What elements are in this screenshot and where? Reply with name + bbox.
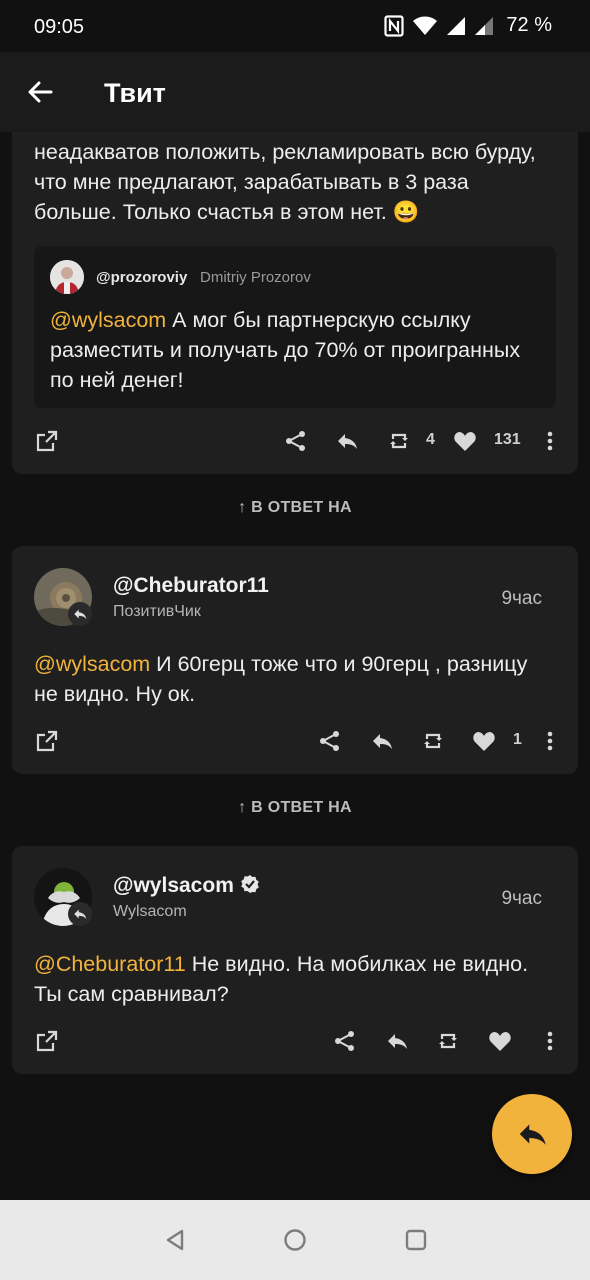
retweet-button[interactable]: [433, 1021, 463, 1061]
main-tweet-card[interactable]: неадакватов положить, рекламировать всю …: [12, 132, 578, 474]
retweet-button[interactable]: [418, 721, 448, 761]
share-button[interactable]: [330, 1021, 360, 1061]
author-handle[interactable]: @Cheburator11: [113, 574, 269, 598]
mention-link[interactable]: @wylsacom: [34, 652, 150, 676]
tweet-time: 9час: [501, 888, 542, 909]
nav-back-icon: [166, 1229, 184, 1251]
signal-icon: [447, 16, 466, 35]
like-button[interactable]: [469, 721, 499, 761]
open-external-button[interactable]: [32, 1021, 62, 1061]
share-button[interactable]: [281, 421, 311, 461]
reply-button[interactable]: [382, 1021, 412, 1061]
more-vert-icon: [547, 431, 553, 451]
tweet-text: @wylsacom И 60герц тоже что и 90герц , р…: [34, 649, 556, 709]
reply-tweet-card[interactable]: @wylsacom Wylsacom 9час @Cheburator11 Не…: [12, 846, 578, 1074]
author-handle[interactable]: @wylsacom: [113, 874, 260, 898]
status-icons: 72 %: [384, 14, 552, 37]
signal-2-icon: [475, 16, 494, 35]
nfc-icon: [384, 14, 405, 37]
battery-level: 72 %: [506, 14, 552, 36]
tweet-text: неадакватов положить, рекламировать всю …: [34, 140, 536, 224]
mention-link[interactable]: @wylsacom: [50, 308, 166, 332]
quote-text: @wylsacom А мог бы партнерскую ссылку ра…: [50, 305, 540, 395]
reply-button[interactable]: [332, 421, 362, 461]
retweet-icon: [390, 433, 408, 449]
quote-display-name: Dmitriy Prozorov: [200, 269, 311, 286]
nav-home-button[interactable]: [281, 1226, 309, 1254]
heart-icon: [473, 732, 495, 751]
retweet-icon: [439, 1033, 457, 1049]
nav-home-icon: [284, 1229, 306, 1251]
share-button[interactable]: [315, 721, 345, 761]
like-button[interactable]: [485, 1021, 515, 1061]
reply-icon: [388, 1034, 407, 1049]
nav-recents-icon: [405, 1229, 427, 1251]
reply-icon: [338, 434, 357, 449]
more-button[interactable]: [540, 1021, 560, 1061]
wifi-icon: [413, 16, 438, 35]
reply-icon: [373, 734, 392, 749]
nav-back-button[interactable]: [161, 1226, 189, 1254]
quote-handle[interactable]: @prozoroviy: [96, 269, 187, 286]
more-vert-icon: [547, 731, 553, 751]
retweet-button[interactable]: [384, 421, 414, 461]
compose-reply-fab[interactable]: [492, 1094, 572, 1174]
page-title: Твит: [104, 78, 166, 108]
open-external-button[interactable]: [32, 721, 62, 761]
app-bar: Твит: [0, 52, 590, 132]
retweet-badge: [68, 602, 92, 626]
like-count: 1: [513, 731, 522, 748]
author-handle-text: @wylsacom: [113, 874, 234, 897]
tweet-time: 9час: [501, 588, 542, 609]
tweet-actions: 4 131: [12, 421, 578, 461]
more-button[interactable]: [540, 421, 560, 461]
open-external-button[interactable]: [32, 421, 62, 461]
nav-recents-button[interactable]: [402, 1226, 430, 1254]
retweet-count: 4: [426, 431, 435, 448]
status-time: 09:05: [34, 16, 85, 38]
retweet-badge: [68, 902, 92, 926]
retweet-icon: [424, 733, 442, 749]
verified-icon: [241, 875, 259, 893]
share-icon: [320, 731, 339, 751]
share-icon: [286, 431, 305, 451]
avatar[interactable]: [50, 260, 84, 294]
heart-icon: [454, 432, 476, 451]
quoted-tweet[interactable]: @prozoroviy Dmitriy Prozorov @wylsacom А…: [34, 246, 556, 408]
reply-button[interactable]: [367, 721, 397, 761]
open-external-icon: [36, 730, 58, 752]
fab-reply-icon: [519, 1124, 546, 1145]
back-button[interactable]: [22, 74, 58, 110]
reply-tweet-card[interactable]: @Cheburator11 ПозитивЧик 9час @wylsacom …: [12, 546, 578, 774]
tweet-actions: [12, 1021, 578, 1061]
more-vert-icon: [547, 1031, 553, 1051]
mention-link[interactable]: @Cheburator11: [34, 952, 186, 976]
author-display-name: Wylsacom: [113, 903, 187, 920]
more-button[interactable]: [540, 721, 560, 761]
reply-icon: [74, 609, 87, 620]
open-external-icon: [36, 430, 58, 452]
reply-icon: [74, 909, 87, 920]
system-nav-bar: [0, 1200, 590, 1280]
tweet-actions: 1: [12, 721, 578, 761]
like-button[interactable]: [450, 421, 480, 461]
tweet-text: @Cheburator11 Не видно. На мобилках не в…: [34, 949, 556, 1009]
back-arrow-icon: [28, 81, 53, 103]
status-bar: 09:05 72 %: [0, 0, 590, 52]
open-external-icon: [36, 1030, 58, 1052]
heart-icon: [489, 1032, 511, 1051]
like-count: 131: [494, 431, 521, 448]
reply-to-label[interactable]: ↑ В ОТВЕТ НА: [0, 799, 590, 817]
share-icon: [335, 1031, 354, 1051]
author-display-name: ПозитивЧик: [113, 603, 201, 620]
reply-to-label[interactable]: ↑ В ОТВЕТ НА: [0, 499, 590, 517]
